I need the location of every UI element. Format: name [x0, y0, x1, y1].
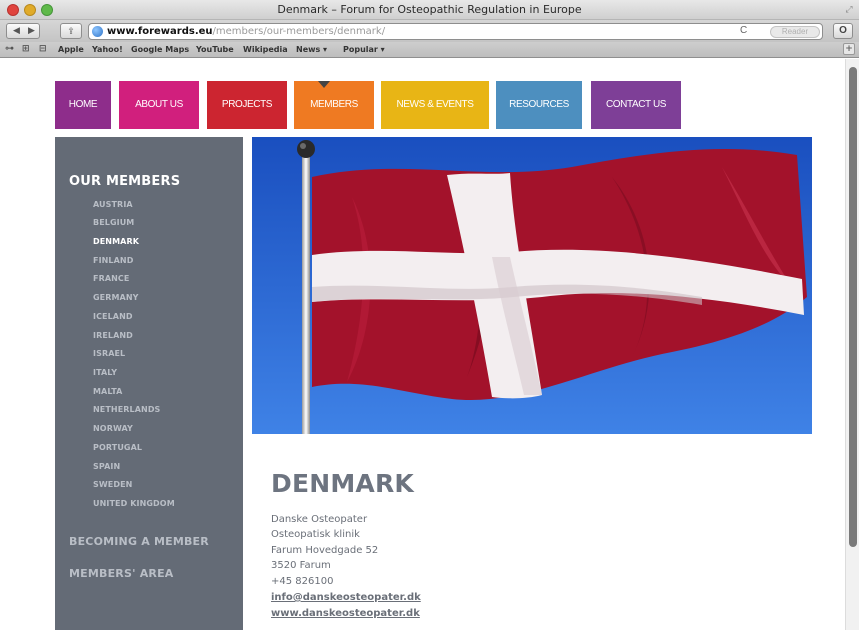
- sidebar-item-italy[interactable]: ITALY: [93, 368, 117, 377]
- nav-tab-news-events[interactable]: NEWS & EVENTS: [381, 81, 489, 129]
- share-button[interactable]: ⇪: [60, 23, 82, 39]
- sidebar-heading[interactable]: OUR MEMBERS: [69, 174, 180, 189]
- reader-button[interactable]: Reader: [770, 26, 820, 38]
- globe-icon: [92, 26, 103, 37]
- forward-arrow-icon[interactable]: ▶: [28, 25, 35, 36]
- sidebar-item-germany[interactable]: GERMANY: [93, 293, 139, 302]
- bookmark-yahoo[interactable]: Yahoo!: [92, 45, 123, 54]
- top-sites-grid-icon[interactable]: ⊟: [39, 44, 47, 54]
- sidebar-link-becoming-a-member[interactable]: BECOMING A MEMBER: [69, 535, 209, 548]
- bookmark-popular-menu[interactable]: Popular ▾: [343, 45, 385, 54]
- sidebar-item-austria[interactable]: AUSTRIA: [93, 200, 133, 209]
- sidebar-item-sweden[interactable]: SWEDEN: [93, 480, 132, 489]
- sidebar-item-belgium[interactable]: BELGIUM: [93, 218, 134, 227]
- sidebar-link-members-area[interactable]: MEMBERS' AREA: [69, 567, 174, 580]
- page-scrollbar[interactable]: [845, 59, 859, 630]
- sidebar-item-finland[interactable]: FINLAND: [93, 256, 133, 265]
- downloads-button[interactable]: O: [833, 23, 853, 39]
- flag-illustration: [252, 137, 812, 434]
- nav-tab-members[interactable]: MEMBERS: [294, 81, 374, 129]
- sidebar-item-israel[interactable]: ISRAEL: [93, 349, 125, 358]
- bookmark-apple[interactable]: Apple: [58, 45, 84, 54]
- members-sidebar: OUR MEMBERS AUSTRIA BELGIUM DENMARK FINL…: [55, 137, 243, 630]
- nav-tab-home[interactable]: HOME: [55, 81, 111, 129]
- sidebar-item-france[interactable]: FRANCE: [93, 274, 129, 283]
- bookmark-youtube[interactable]: YouTube: [196, 45, 234, 54]
- page-viewport: HOME ABOUT US PROJECTS MEMBERS NEWS & EV…: [0, 59, 845, 630]
- bookmarks-book-icon[interactable]: ⊞: [22, 44, 30, 54]
- window-titlebar: Denmark – Forum for Osteopathic Regulati…: [0, 0, 859, 20]
- sidebar-item-malta[interactable]: MALTA: [93, 387, 122, 396]
- address-organisation: Danske Osteopater: [271, 514, 368, 525]
- scrollbar-thumb[interactable]: [849, 67, 857, 547]
- address-bar[interactable]: www.forewards.eu/members/our-members/den…: [88, 23, 823, 40]
- add-bookmark-icon[interactable]: +: [843, 43, 855, 55]
- bookmarks-bar: ⊶ ⊞ ⊟ Apple Yahoo! Google Maps YouTube W…: [0, 42, 859, 58]
- browser-toolbar: ◀ ▶ ⇪ www.forewards.eu/members/our-membe…: [0, 20, 859, 42]
- window-title: Denmark – Forum for Osteopathic Regulati…: [277, 3, 582, 16]
- bookmark-news-menu[interactable]: News ▾: [296, 45, 327, 54]
- address-clinic: Osteopatisk klinik: [271, 529, 360, 540]
- sidebar-item-netherlands[interactable]: NETHERLANDS: [93, 405, 160, 414]
- bookmark-google-maps[interactable]: Google Maps: [131, 45, 189, 54]
- address-phone: +45 826100: [271, 576, 334, 587]
- address-street: Farum Hovedgade 52: [271, 545, 379, 556]
- address-city: 3520 Farum: [271, 560, 331, 571]
- reading-list-icon[interactable]: ⊶: [5, 44, 14, 54]
- back-forward-buttons[interactable]: ◀ ▶: [6, 23, 40, 39]
- sidebar-item-portugal[interactable]: PORTUGAL: [93, 443, 142, 452]
- back-arrow-icon[interactable]: ◀: [13, 25, 20, 36]
- url-host: www.forewards.eu: [107, 26, 213, 37]
- nav-tab-about-us[interactable]: ABOUT US: [119, 81, 199, 129]
- bookmark-wikipedia[interactable]: Wikipedia: [243, 45, 288, 54]
- denmark-flag-image: [252, 137, 812, 434]
- email-link[interactable]: info@danskeosteopater.dk: [271, 592, 421, 603]
- page-title: DENMARK: [271, 469, 415, 498]
- nav-tab-projects[interactable]: PROJECTS: [207, 81, 287, 129]
- active-tab-indicator-icon: [318, 81, 330, 88]
- nav-tab-resources[interactable]: RESOURCES: [496, 81, 582, 129]
- sidebar-item-ireland[interactable]: IRELAND: [93, 331, 133, 340]
- fullscreen-icon[interactable]: ⤢: [843, 3, 855, 15]
- nav-tab-contact-us[interactable]: CONTACT US: [591, 81, 681, 129]
- website-link[interactable]: www.danskeosteopater.dk: [271, 608, 420, 619]
- reload-icon[interactable]: C: [740, 25, 747, 36]
- sidebar-item-denmark[interactable]: DENMARK: [93, 237, 139, 246]
- sidebar-item-norway[interactable]: NORWAY: [93, 424, 133, 433]
- url-path: /members/our-members/denmark/: [212, 26, 386, 37]
- sidebar-item-spain[interactable]: SPAIN: [93, 462, 120, 471]
- sidebar-item-iceland[interactable]: ICELAND: [93, 312, 133, 321]
- sidebar-item-united-kingdom[interactable]: UNITED KINGDOM: [93, 499, 175, 508]
